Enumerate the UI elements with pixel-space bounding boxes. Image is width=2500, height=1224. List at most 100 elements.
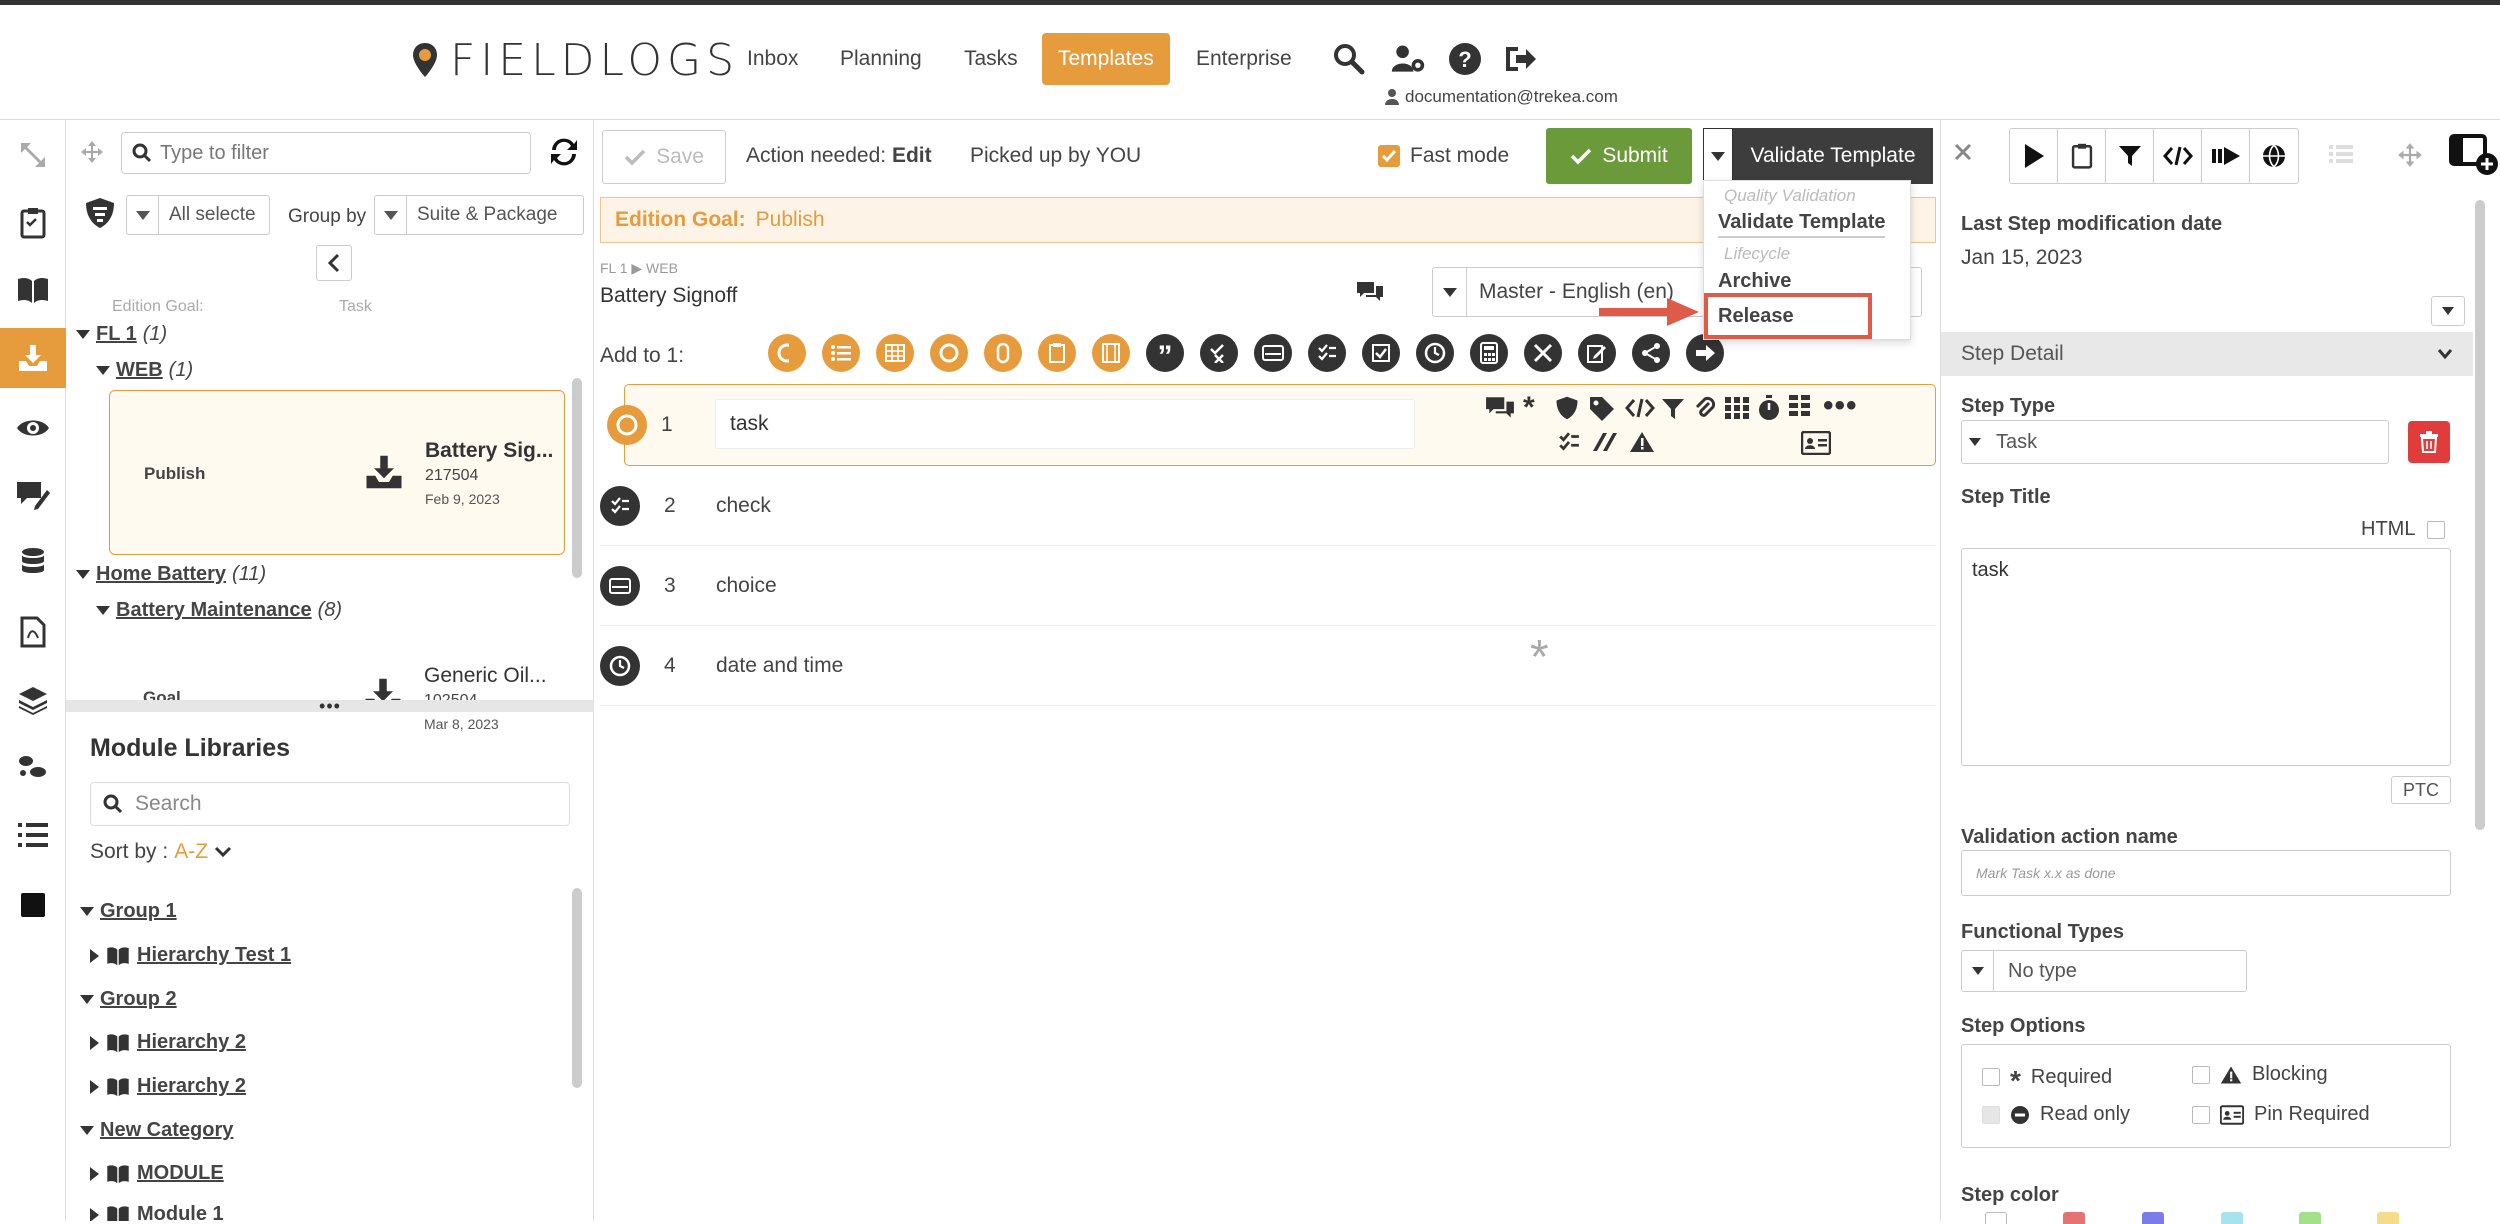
id-card-icon[interactable]: [1801, 431, 1831, 455]
color-swatch-yellow[interactable]: [2377, 1212, 2399, 1224]
add-panel-icon[interactable]: [2449, 132, 2499, 178]
tags-icon[interactable]: [1588, 395, 1618, 421]
module-group-2[interactable]: Group 2: [80, 988, 177, 1011]
tree-node-home-battery[interactable]: Home Battery (11): [76, 563, 266, 586]
collapse-panel-button[interactable]: [316, 245, 352, 281]
color-swatch-none[interactable]: [1985, 1212, 2007, 1224]
nav-inbox[interactable]: Inbox: [731, 33, 814, 85]
clipboard-icon[interactable]: [0, 193, 66, 253]
step-type-share-icon[interactable]: [1632, 334, 1670, 372]
step-type-checklist-icon[interactable]: [1038, 334, 1076, 372]
tree-node-fl1[interactable]: FL 1 (1): [76, 323, 167, 346]
step-type-datetime-icon[interactable]: [1416, 334, 1454, 372]
module-module-1[interactable]: Module 1: [90, 1203, 224, 1221]
step-row-4[interactable]: 4 date and time *: [600, 626, 1936, 706]
panel-splitter[interactable]: •••: [66, 697, 594, 715]
layers-icon[interactable]: [0, 670, 66, 730]
filter-icon[interactable]: [2106, 129, 2154, 183]
module-search-input[interactable]: Search: [90, 782, 570, 826]
shield-icon[interactable]: [1555, 395, 1579, 421]
help-icon[interactable]: ?: [1447, 41, 1483, 77]
sort-by[interactable]: Sort by : A-Z: [90, 840, 232, 864]
fast-mode-toggle[interactable]: Fast mode: [1378, 144, 1509, 168]
clipboard-icon[interactable]: [2058, 129, 2106, 183]
forward-steps-icon[interactable]: [2202, 129, 2250, 183]
module-group-1[interactable]: Group 1: [80, 900, 177, 923]
delete-step-button[interactable]: [2408, 421, 2450, 463]
table-grid-icon[interactable]: [1789, 395, 1811, 419]
module-module[interactable]: MODULE: [90, 1162, 224, 1185]
validate-template-button[interactable]: Validate Template: [1733, 128, 1933, 184]
refresh-icon[interactable]: [546, 134, 582, 170]
group-by-select[interactable]: Suite & Package: [374, 195, 584, 235]
step-type-circle-icon[interactable]: [930, 334, 968, 372]
collapse-info-button[interactable]: [2431, 296, 2465, 326]
step-type-calculator-icon[interactable]: [1470, 334, 1508, 372]
save-button[interactable]: Save: [602, 130, 726, 184]
shield-filter-icon[interactable]: [84, 196, 116, 230]
step-type-edit-icon[interactable]: [1578, 334, 1616, 372]
book-icon[interactable]: [0, 260, 66, 320]
step-type-attachment-icon[interactable]: [984, 334, 1022, 372]
color-swatch-purple[interactable]: [2142, 1212, 2164, 1224]
nav-enterprise[interactable]: Enterprise: [1180, 33, 1308, 85]
module-scrollbar[interactable]: [572, 888, 582, 1088]
step-type-checkbox-icon[interactable]: [1362, 334, 1400, 372]
play-icon[interactable]: [2010, 129, 2058, 183]
comments-icon[interactable]: [1485, 395, 1515, 421]
move-icon[interactable]: [80, 140, 104, 164]
close-icon[interactable]: [1953, 142, 1973, 162]
step-title-textarea[interactable]: task: [1961, 548, 2451, 766]
template-card-generic-oil[interactable]: Goal Generic Oil... 102504 Mar 8, 2023: [109, 630, 565, 750]
submit-button[interactable]: Submit: [1546, 128, 1692, 184]
ptc-button[interactable]: PTC: [2391, 776, 2451, 804]
menu-item-archive[interactable]: Archive: [1718, 270, 1791, 293]
globe-icon[interactable]: [2250, 129, 2298, 183]
step-type-choice-icon[interactable]: [1254, 334, 1292, 372]
option-required[interactable]: * Required: [1982, 1063, 2112, 1095]
option-blocking[interactable]: Blocking: [2192, 1063, 2328, 1086]
step-type-table-icon[interactable]: [876, 334, 914, 372]
color-swatch-cyan[interactable]: [2221, 1212, 2243, 1224]
expand-icon[interactable]: [0, 125, 66, 185]
step-row-1[interactable]: 1 task * •••: [607, 384, 1936, 466]
step-detail-section-header[interactable]: Step Detail: [1941, 332, 2473, 376]
color-swatch-green[interactable]: [2299, 1212, 2321, 1224]
warning-icon[interactable]: [1629, 431, 1655, 453]
option-pin-required[interactable]: Pin Required: [2192, 1103, 2370, 1126]
tree-node-web[interactable]: WEB (1): [96, 359, 193, 382]
validate-dropdown-toggle[interactable]: [1703, 128, 1733, 184]
step-type-tools-icon[interactable]: [1524, 334, 1562, 372]
pdf-icon[interactable]: [0, 602, 66, 662]
step-type-quote-icon[interactable]: ”: [1146, 334, 1184, 372]
comments-edit-icon[interactable]: [0, 465, 66, 525]
step-row-2[interactable]: 2 check: [600, 466, 1936, 546]
step-row-3[interactable]: 3 choice: [600, 546, 1936, 626]
module-new-category[interactable]: New Category: [80, 1119, 233, 1142]
module-hierarchy-test-1[interactable]: Hierarchy Test 1: [90, 944, 291, 967]
menu-item-validate-template[interactable]: Validate Template: [1718, 211, 1886, 238]
edition-select[interactable]: All selecte: [126, 195, 270, 235]
fieldlogs-logo[interactable]: FIELDLOGS: [410, 35, 739, 86]
eye-icon[interactable]: [0, 398, 66, 458]
fast-mode-checkbox[interactable]: [1378, 145, 1400, 167]
grid-icon[interactable]: [1725, 397, 1749, 419]
slash-signal-icon[interactable]: [1591, 431, 1619, 453]
step-type-check-x-icon[interactable]: [1200, 334, 1238, 372]
stopwatch-icon[interactable]: [1757, 395, 1781, 421]
step-type-film-icon[interactable]: [1092, 334, 1130, 372]
tree-scrollbar[interactable]: [572, 378, 582, 578]
more-options-icon[interactable]: •••: [1823, 389, 1858, 423]
nav-templates[interactable]: Templates: [1042, 33, 1170, 85]
user-settings-icon[interactable]: [1390, 41, 1426, 77]
validation-action-input[interactable]: Mark Task x.x as done: [1961, 850, 2451, 896]
checklist-icon[interactable]: [1557, 431, 1581, 453]
footsteps-icon[interactable]: [0, 737, 66, 797]
step-title-input[interactable]: task: [715, 399, 1415, 449]
module-hierarchy-2a[interactable]: Hierarchy 2: [90, 1031, 246, 1054]
paperclip-icon[interactable]: [1693, 395, 1717, 421]
list-icon[interactable]: [0, 805, 66, 865]
step-type-list-icon[interactable]: [822, 334, 860, 372]
module-hierarchy-2b[interactable]: Hierarchy 2: [90, 1075, 246, 1098]
code-icon[interactable]: [2154, 129, 2202, 183]
